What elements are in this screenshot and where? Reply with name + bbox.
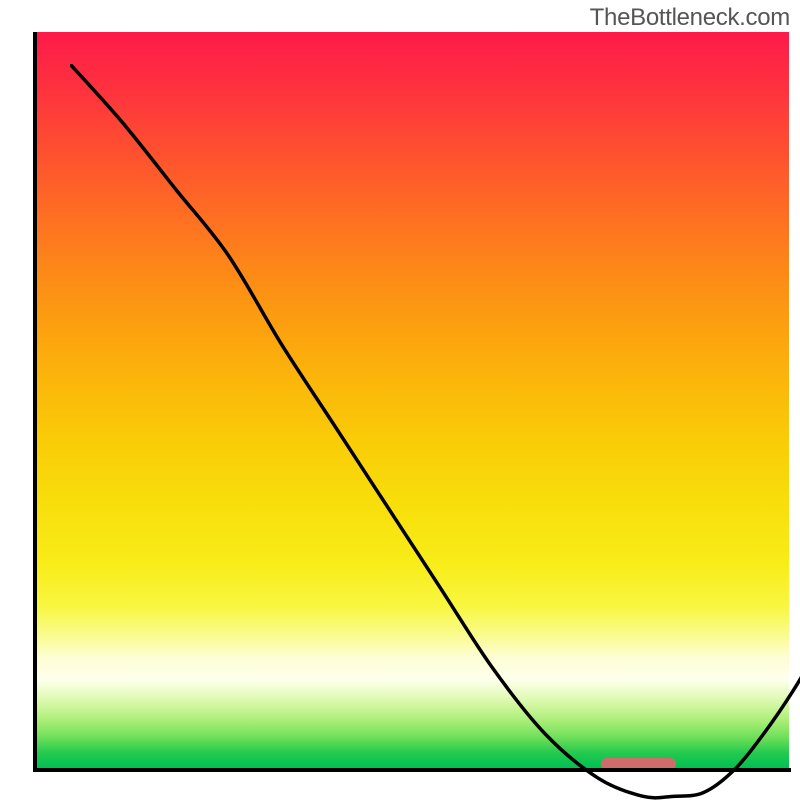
x-axis — [33, 768, 791, 772]
bottleneck-curve — [70, 64, 800, 798]
plot-area — [35, 32, 789, 768]
watermark-text: TheBottleneck.com — [590, 4, 790, 32]
curve-svg — [70, 64, 800, 800]
y-axis — [33, 32, 37, 772]
